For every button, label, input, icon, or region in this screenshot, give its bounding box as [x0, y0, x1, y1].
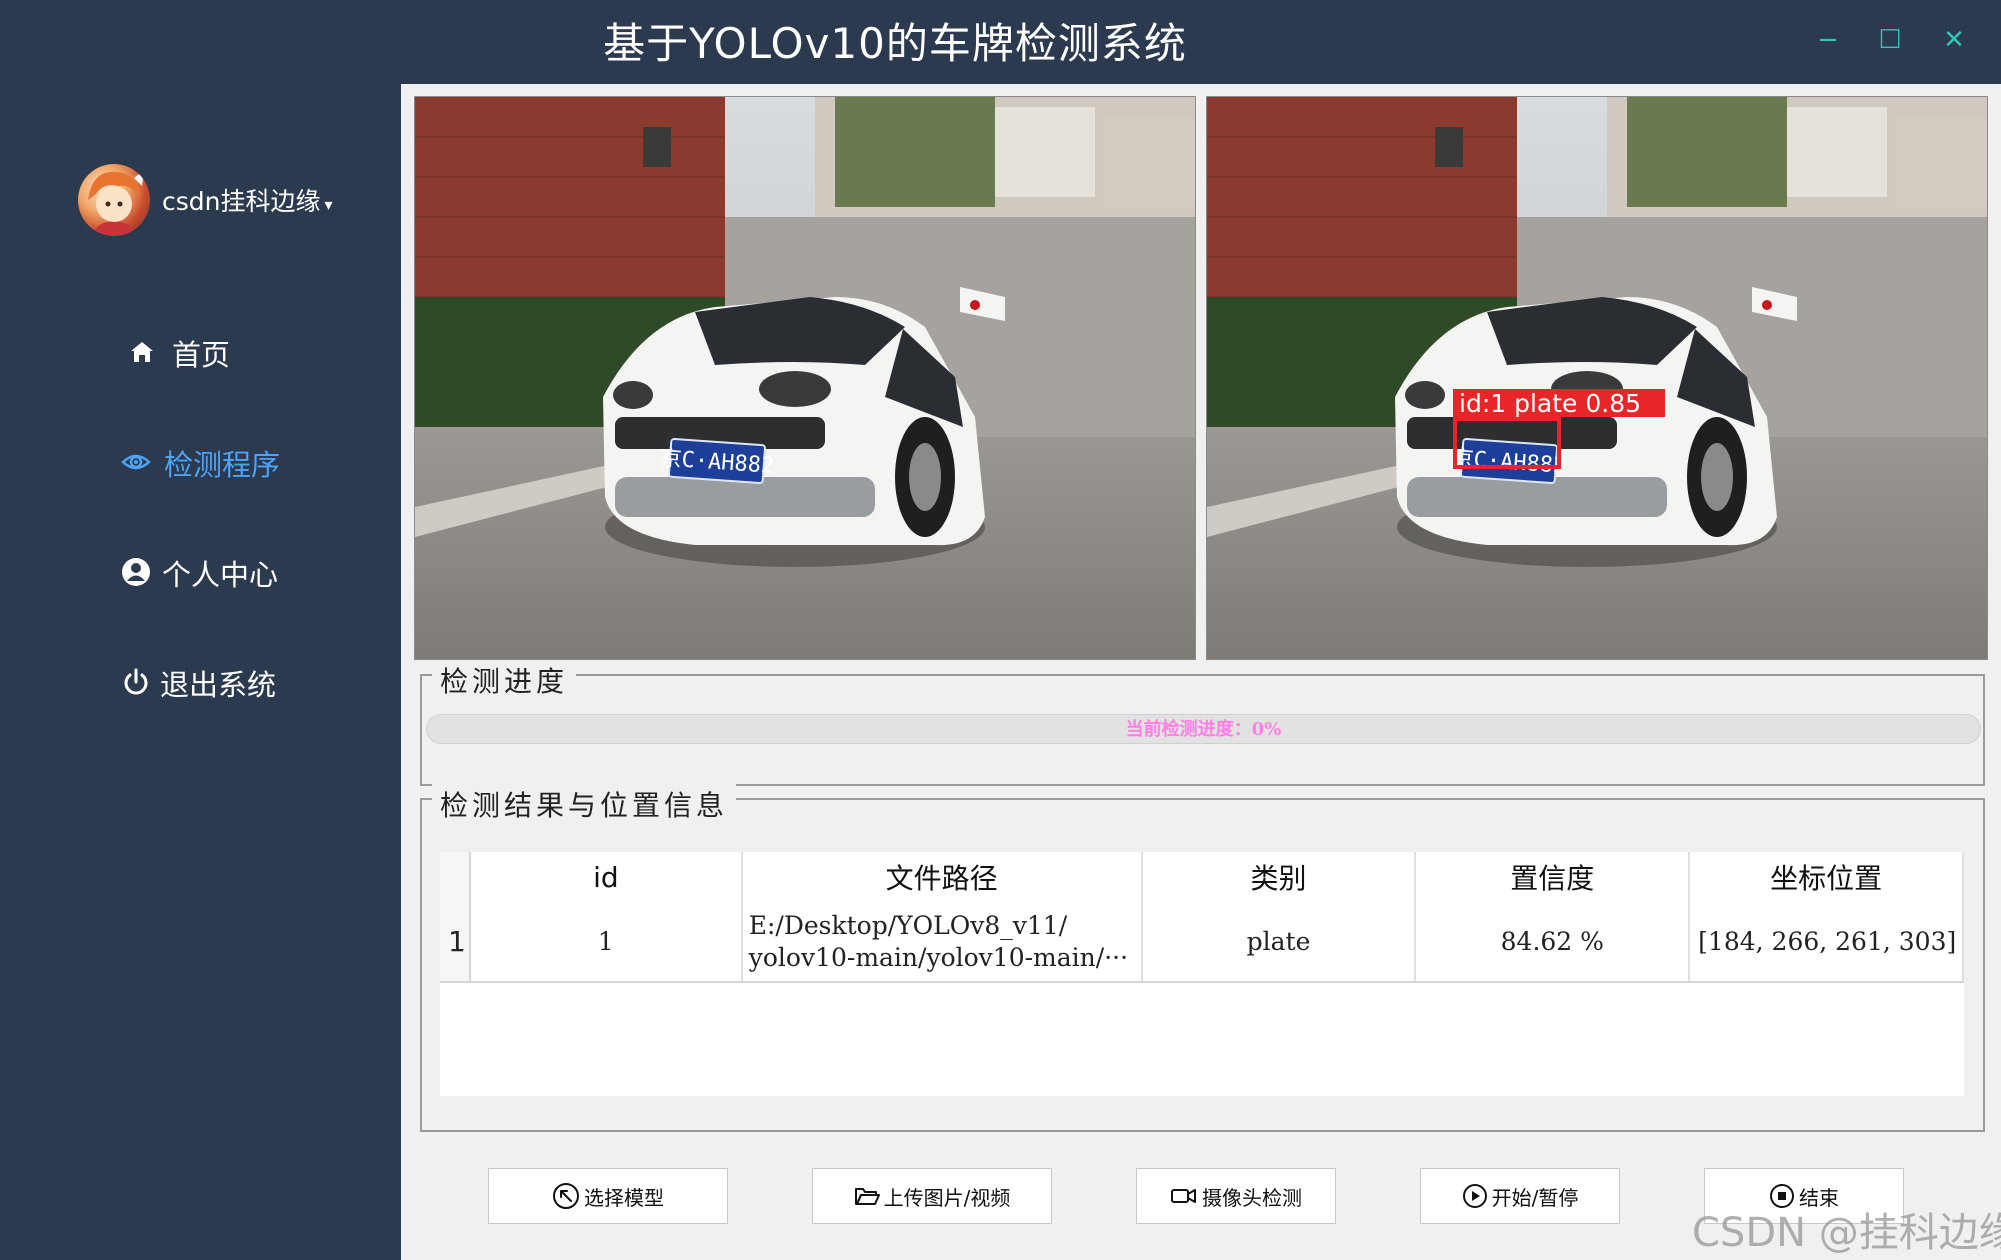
- corner-header: [440, 852, 471, 902]
- title-bar: 基于YOLOv10的车牌检测系统 − ☐ ✕: [0, 0, 2001, 84]
- cell-id[interactable]: 1: [469, 902, 743, 983]
- folder-open-icon: [854, 1188, 880, 1205]
- cell-class[interactable]: plate: [1141, 902, 1417, 983]
- select-model-label: 选择模型: [584, 1185, 664, 1210]
- progress-bar: 当前检测进度：0%: [426, 714, 1981, 744]
- detection-result-image-panel: 京C·AH882 id:1 plate 0.85: [1206, 96, 1988, 660]
- sidebar-item-label: 退出系统: [160, 668, 277, 702]
- sidebar: csdn挂科边缘 ▾ 首页 检测程序 个人中心 退出系统: [0, 84, 401, 1260]
- sidebar-item-label: 首页: [172, 338, 231, 372]
- table-row[interactable]: 1 1 E:/Desktop/YOLOv8_v11/ yolov10-main/…: [440, 902, 1964, 983]
- results-table[interactable]: id 文件路径 类别 置信度 坐标位置 1 1 E:/Desktop/YOLOv…: [440, 852, 1964, 1096]
- start-pause-label: 开始/暂停: [1491, 1185, 1579, 1210]
- camera-detection-label: 摄像头检测: [1202, 1185, 1302, 1210]
- sidebar-item-home[interactable]: 首页: [0, 322, 401, 382]
- column-header-confidence[interactable]: 置信度: [1415, 852, 1691, 902]
- results-group-title: 检测结果与位置信息: [432, 784, 737, 824]
- sidebar-item-detection[interactable]: 检测程序: [0, 432, 401, 492]
- cell-coords[interactable]: [184, 266, 261, 303]: [1689, 902, 1964, 983]
- cursor-arrow-icon: [553, 1183, 579, 1209]
- avatar-image-icon: [88, 170, 144, 236]
- progress-group: 检测进度 当前检测进度：0%: [420, 660, 1985, 786]
- user-icon: [122, 558, 150, 586]
- avatar[interactable]: [78, 164, 150, 236]
- column-header-class[interactable]: 类别: [1141, 852, 1417, 902]
- cell-path-line: E:/Desktop/YOLOv8_v11/: [748, 910, 1068, 940]
- cell-path-line: yolov10-main/yolov10-main/···: [748, 942, 1129, 972]
- column-header-coords[interactable]: 坐标位置: [1689, 852, 1964, 902]
- row-header[interactable]: 1: [440, 902, 471, 983]
- sidebar-item-label: 个人中心: [162, 558, 279, 592]
- upload-media-button[interactable]: 上传图片/视频: [812, 1168, 1052, 1224]
- eye-icon: [121, 454, 151, 470]
- minimize-button[interactable]: −: [1808, 18, 1848, 62]
- home-icon: [131, 342, 153, 362]
- chevron-down-icon: ▾: [324, 195, 333, 214]
- sidebar-item-label: 检测程序: [164, 448, 281, 482]
- upload-media-label: 上传图片/视频: [883, 1185, 1011, 1210]
- start-pause-button[interactable]: 开始/暂停: [1420, 1168, 1620, 1224]
- car-photo-detected: 京C·AH882 id:1 plate 0.85: [1207, 97, 1987, 659]
- original-image-panel: 京C·AH882: [414, 96, 1196, 660]
- watermark: CSDN @挂科边缘: [1692, 1210, 2001, 1256]
- camera-detection-button[interactable]: 摄像头检测: [1136, 1168, 1336, 1224]
- car-photo: 京C·AH882: [415, 97, 1195, 659]
- select-model-button[interactable]: 选择模型: [488, 1168, 728, 1224]
- sidebar-item-logout[interactable]: 退出系统: [0, 652, 401, 712]
- play-circle-icon: [1462, 1184, 1487, 1208]
- results-group: 检测结果与位置信息 id 文件路径 类别 置信度 坐标位置 1 1 E:/Des: [420, 784, 1985, 1132]
- video-camera-icon: [1171, 1189, 1196, 1203]
- sidebar-item-profile[interactable]: 个人中心: [0, 542, 401, 602]
- table-header-row: id 文件路径 类别 置信度 坐标位置: [440, 852, 1964, 902]
- power-icon: [124, 668, 148, 695]
- cell-path[interactable]: E:/Desktop/YOLOv8_v11/ yolov10-main/yolo…: [741, 902, 1143, 983]
- cell-confidence[interactable]: 84.62 %: [1415, 902, 1691, 983]
- progress-text: 当前检测进度：0%: [1125, 719, 1282, 740]
- close-button[interactable]: ✕: [1934, 18, 1974, 62]
- user-name: csdn挂科边缘: [162, 187, 321, 216]
- column-header-id[interactable]: id: [469, 852, 743, 902]
- user-menu[interactable]: csdn挂科边缘 ▾: [162, 182, 333, 218]
- maximize-button[interactable]: ☐: [1870, 18, 1910, 62]
- app-title: 基于YOLOv10的车牌检测系统: [603, 19, 1187, 68]
- progress-group-title: 检测进度: [432, 660, 577, 700]
- detection-label: id:1 plate 0.85: [1459, 389, 1641, 418]
- column-header-path[interactable]: 文件路径: [741, 852, 1143, 902]
